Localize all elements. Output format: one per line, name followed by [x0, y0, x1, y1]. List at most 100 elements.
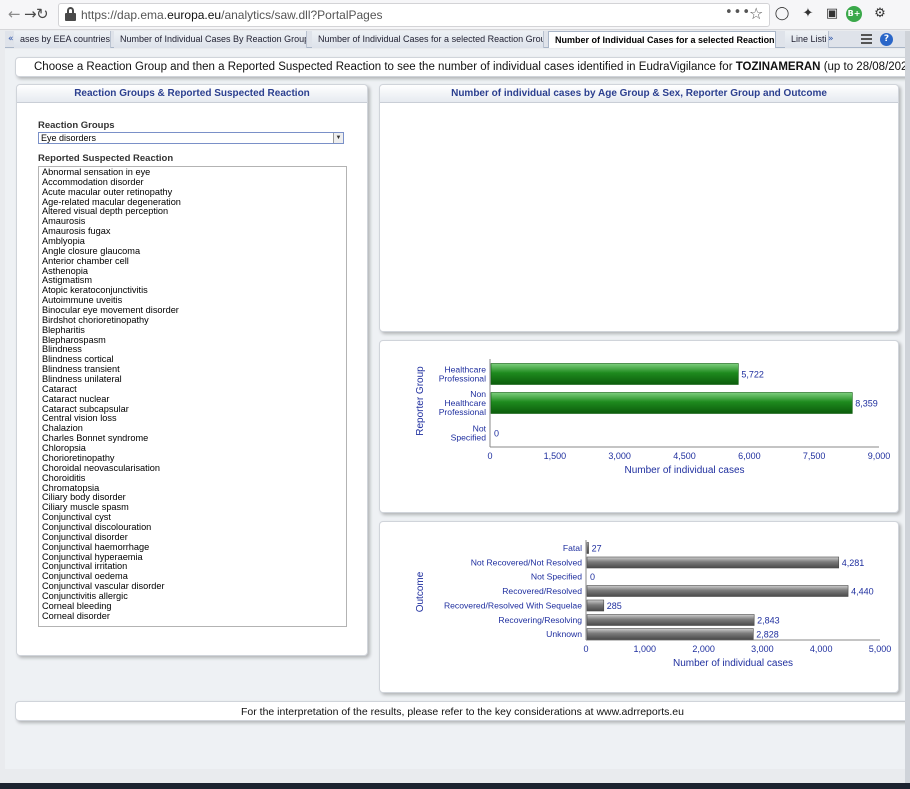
- bookmark-star-icon[interactable]: ☆: [749, 4, 763, 23]
- reaction-list-item[interactable]: Charles Bonnet syndrome: [42, 433, 343, 444]
- value-label: 0: [590, 572, 595, 582]
- bar: [586, 599, 605, 612]
- reported-reaction-label: Reported Suspected Reaction: [38, 153, 174, 164]
- chevron-down-icon[interactable]: ▼: [333, 133, 343, 143]
- window-bottom-edge: [0, 783, 910, 789]
- bar: [586, 585, 849, 597]
- value-label: 2,828: [756, 630, 779, 640]
- dashboard-page: Choose a Reaction Group and then a Repor…: [5, 49, 905, 769]
- bar: [586, 628, 754, 640]
- value-label: 4,440: [851, 587, 874, 597]
- category-label: Recovered/Resolved: [502, 586, 582, 596]
- reporter-group-chart: Healthcare Professional 5,722 Non Healthcare…: [415, 359, 891, 476]
- bar: [586, 614, 755, 626]
- extension-badge-icon[interactable]: B+: [846, 6, 862, 22]
- x-tick-label: 1,500: [544, 451, 567, 461]
- category-label: Not Recovered/Not Resolved: [471, 558, 583, 568]
- reaction-list-item[interactable]: Choroidal neovascularisation: [42, 463, 343, 474]
- dashboard-tab-strip: « ases by EEA countries Number of Indivi…: [5, 31, 905, 48]
- reaction-list: Abnormal sensation in eye Accommodation d…: [39, 167, 346, 623]
- reaction-selector-title: Reaction Groups & Reported Suspected Rea…: [17, 85, 367, 103]
- value-label: 8,359: [855, 399, 878, 409]
- tab-cases-selected-reaction[interactable]: Number of Individual Cases for a selecte…: [548, 31, 776, 48]
- tab-line-listing[interactable]: Line Listi: [785, 31, 829, 48]
- extension-wand-icon[interactable]: ✦: [800, 6, 816, 22]
- category-label: Recovered/Resolved With Sequelae: [444, 601, 582, 611]
- reader-icon[interactable]: ▣: [824, 6, 840, 22]
- reaction-listbox[interactable]: Abnormal sensation in eye Accommodation d…: [38, 166, 347, 627]
- window-edge: [905, 31, 910, 783]
- x-axis-title: Number of individual cases: [673, 658, 793, 669]
- x-tick-label: 3,000: [608, 451, 631, 461]
- x-tick-label: 0: [583, 644, 588, 654]
- outcome-chart: Fatal 27 Not Recovered/Not Resolved 4,281 No…: [415, 540, 892, 669]
- y-axis-title: Reporter Group: [415, 366, 426, 436]
- reaction-groups-label: Reaction Groups: [38, 120, 115, 131]
- category-label: Non Healthcare Professional: [439, 389, 487, 417]
- page-actions-menu-icon[interactable]: •••: [725, 5, 751, 20]
- x-tick-label: 6,000: [738, 451, 761, 461]
- url-domain: europa.eu: [167, 8, 222, 22]
- reaction-list-item[interactable]: Blepharospasm: [42, 335, 343, 346]
- value-label: 4,281: [842, 558, 865, 568]
- forward-arrow-icon[interactable]: →: [24, 5, 37, 23]
- reaction-group-select[interactable]: Eye disorders ▼: [38, 132, 344, 144]
- reaction-list-item[interactable]: Birdshot chorioretinopathy: [42, 315, 343, 326]
- tab-scroll-left-icon[interactable]: «: [5, 31, 14, 47]
- reaction-group-value: Eye disorders: [41, 133, 97, 143]
- tab-scroll-right-icon[interactable]: »: [828, 31, 834, 47]
- value-label: 2,843: [757, 616, 780, 626]
- help-icon[interactable]: ?: [880, 33, 893, 46]
- x-tick-label: 9,000: [868, 451, 891, 461]
- gear-icon[interactable]: ⚙: [872, 6, 888, 22]
- bar: [586, 542, 589, 554]
- reaction-list-item[interactable]: Corneal disorder: [42, 611, 343, 622]
- reaction-list-item[interactable]: Amaurosis fugax: [42, 226, 343, 237]
- footer-banner: For the interpretation of the results, p…: [15, 701, 905, 721]
- category-label: Healthcare Professional: [439, 364, 487, 383]
- category-label: Not Specified: [451, 423, 487, 442]
- shield-icon[interactable]: ◯: [774, 6, 790, 22]
- back-arrow-icon[interactable]: ←: [8, 5, 21, 23]
- x-tick-label: 7,500: [803, 451, 826, 461]
- tab-eea-countries[interactable]: ases by EEA countries: [14, 31, 111, 48]
- x-tick-label: 1,000: [634, 644, 657, 654]
- x-tick-label: 5,000: [869, 644, 892, 654]
- value-label: 27: [592, 544, 602, 554]
- y-axis-title: Outcome: [415, 571, 426, 612]
- headline-banner: Choose a Reaction Group and then a Repor…: [15, 57, 905, 77]
- reaction-list-item[interactable]: Central vision loss: [42, 414, 343, 424]
- category-label: Not Specified: [531, 572, 582, 582]
- browser-toolbar: ← → ↻ https://dap.ema.europa.eu/analytic…: [0, 0, 910, 30]
- age-sex-panel-title: Number of individual cases by Age Group …: [380, 85, 898, 103]
- footer-text: For the interpretation of the results, p…: [241, 706, 684, 718]
- headline-text: Choose a Reaction Group and then a Repor…: [34, 61, 905, 73]
- outcome-panel: Fatal 27 Not Recovered/Not Resolved 4,281 No…: [379, 521, 899, 693]
- reload-icon[interactable]: ↻: [36, 5, 49, 23]
- lock-icon: [65, 7, 76, 22]
- x-tick-label: 4,000: [810, 644, 833, 654]
- x-tick-label: 3,000: [751, 644, 774, 654]
- address-bar[interactable]: https://dap.ema.europa.eu/analytics/saw.…: [58, 3, 770, 27]
- value-label: 285: [607, 601, 622, 611]
- reaction-selector-panel: Reaction Groups & Reported Suspected Rea…: [16, 84, 368, 656]
- value-label: 5,722: [741, 370, 764, 380]
- tab-cases-by-reaction-groups[interactable]: Number of Individual Cases By Reaction G…: [114, 31, 307, 48]
- category-label: Recovering/Resolving: [498, 615, 582, 625]
- reaction-list-item[interactable]: Altered visual depth perception: [42, 207, 343, 217]
- bar: [490, 392, 853, 414]
- category-label: Unknown: [546, 629, 582, 639]
- bar: [490, 363, 739, 385]
- reaction-list-item[interactable]: Blindness unilateral: [42, 374, 343, 385]
- bar: [586, 556, 840, 569]
- product-name: TOZINAMERAN: [735, 61, 821, 73]
- age-sex-panel: Number of individual cases by Age Group …: [379, 84, 899, 332]
- x-tick-label: 4,500: [673, 451, 696, 461]
- tab-list-icon[interactable]: [861, 34, 873, 44]
- x-axis-title: Number of individual cases: [624, 465, 744, 476]
- value-label: 0: [494, 429, 499, 439]
- x-tick-label: 2,000: [692, 644, 715, 654]
- category-label: Fatal: [563, 543, 582, 553]
- tab-cases-selected-reaction-group[interactable]: Number of Individual Cases for a selecte…: [312, 31, 544, 48]
- url-text[interactable]: https://dap.ema.europa.eu/analytics/saw.…: [81, 8, 383, 22]
